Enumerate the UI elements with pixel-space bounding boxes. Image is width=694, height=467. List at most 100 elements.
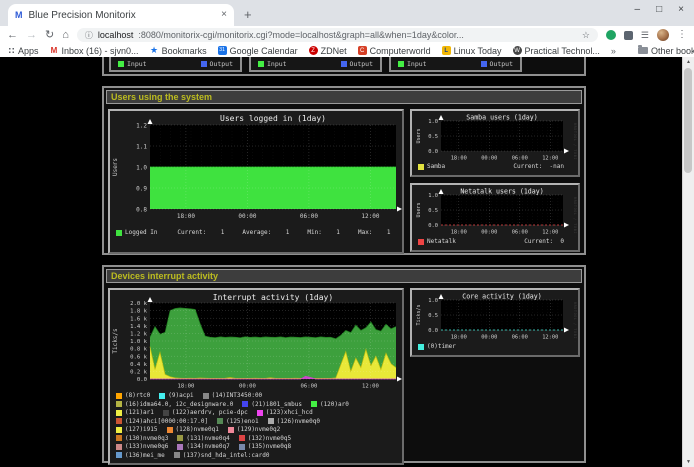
svg-text:Interrupt activity (1day): Interrupt activity (1day) <box>213 293 333 302</box>
legend-label: (137)snd_hda_intel:card0 <box>183 452 270 460</box>
gmail-icon: M <box>50 46 59 55</box>
extension-green-icon[interactable] <box>606 30 616 40</box>
bookmark-computerworld[interactable]: C Computerworld <box>358 46 431 56</box>
page-scrollbar[interactable]: ▲ ▼ <box>682 57 694 467</box>
profile-avatar[interactable] <box>657 29 669 41</box>
svg-text:Netatalk users (1day): Netatalk users (1day) <box>460 188 543 196</box>
bookmark-label: ZDNet <box>321 46 347 56</box>
bookmark-google-calendar[interactable]: 31 Google Calendar <box>218 46 298 56</box>
legend-row: SambaCurrent: -nan <box>418 163 572 171</box>
scrollbar-up-icon[interactable]: ▲ <box>683 57 694 67</box>
minimize-icon[interactable]: – <box>635 5 641 15</box>
legend-stats: Current: 0 <box>524 238 572 246</box>
new-tab-button[interactable]: + <box>244 7 252 22</box>
legend-label: (133)nvme0q6 <box>125 443 168 451</box>
graph-users-logged-in[interactable]: 18:0000:0006:0012:001.21.11.00.90.8Users… <box>108 109 404 254</box>
legend-item: Logged In <box>116 229 158 237</box>
bookmark-label: Apps <box>18 46 39 56</box>
address-bar[interactable]: ⓘ localhost :8080/monitorix-cgi/monitori… <box>77 28 598 42</box>
close-icon[interactable]: × <box>678 5 684 15</box>
legend-label: Input <box>127 60 147 68</box>
svg-text:0.2 k: 0.2 k <box>130 370 147 376</box>
bookmark-linux-today[interactable]: L Linux Today <box>442 46 502 56</box>
legend-item: Input <box>118 60 147 68</box>
network-section-cutoff: Input Output Input Output <box>102 57 586 76</box>
scrollbar-thumb[interactable] <box>684 68 692 173</box>
legend-label: (127)i915 <box>125 426 158 434</box>
svg-text:Core activity (1day): Core activity (1day) <box>462 293 541 301</box>
legend-swatch <box>116 418 122 424</box>
maximize-icon[interactable]: □ <box>656 5 662 15</box>
graph-core-activity[interactable]: 18:0000:0006:0012:001.00.50.0Core activi… <box>410 288 580 357</box>
legend-label: (122)aerdrv, pcie-dpc <box>172 409 248 417</box>
svg-text:00:00: 00:00 <box>239 384 256 390</box>
legend-item: (120)ar0 <box>311 401 349 409</box>
legend-swatch <box>257 410 263 416</box>
graph-samba-users[interactable]: 18:0000:0006:0012:001.00.50.0Samba users… <box>410 109 580 177</box>
svg-text:Users: Users <box>112 158 119 176</box>
legend-swatch <box>418 344 424 350</box>
svg-text:1.0: 1.0 <box>428 298 438 304</box>
graph-interrupt-activity[interactable]: 18:0000:0006:0012:002.0 k1.8 k1.6 k1.4 k… <box>108 288 404 465</box>
section-header-devices: Devices interrupt activity <box>106 269 582 283</box>
bookmark-zdnet[interactable]: Z ZDNet <box>309 46 347 56</box>
legend-label: (8)rtc0 <box>125 392 150 400</box>
bookmarks-overflow-icon[interactable]: » <box>611 46 616 56</box>
bookmark-label: Practical Technol... <box>525 46 600 56</box>
legend-item: (127)i915 <box>116 426 158 434</box>
svg-text:Ticks/s: Ticks/s <box>416 304 422 325</box>
legend-label: Logged In <box>125 229 158 237</box>
legend-item: Output <box>341 60 373 68</box>
tab-close-icon[interactable]: × <box>221 10 227 20</box>
legend-label: (132)nvme0q5 <box>248 435 291 443</box>
network-graph-box-1[interactable]: Input Output <box>109 57 242 72</box>
legend-item: (123)xhci_hcd <box>257 409 313 417</box>
network-graph-box-3[interactable]: Input Output <box>389 57 522 72</box>
netatalk_users-chart: 18:0000:0006:0012:001.00.50.0Netatalk us… <box>413 186 577 237</box>
bookmark-inbox[interactable]: M Inbox (16) - sjvn0... <box>50 46 139 56</box>
tab-blue-precision-monitorix[interactable]: M Blue Precision Monitorix × <box>8 4 234 26</box>
svg-text:RRDTOOL / TOBI OETIKER: RRDTOOL / TOBI OETIKER <box>573 197 577 237</box>
svg-text:1.6 k: 1.6 k <box>130 316 147 322</box>
folder-icon <box>638 47 648 54</box>
network-graph-box-2[interactable]: Input Output <box>249 57 382 72</box>
page-info-icon[interactable]: ⓘ <box>85 30 93 41</box>
svg-text:0.5: 0.5 <box>428 313 438 319</box>
users_logged_in-legend: Logged In Current: 1 Average: 1 Min: 1 M… <box>110 229 402 237</box>
legend-label: (0)timer <box>427 343 456 351</box>
svg-text:0.0: 0.0 <box>137 377 147 383</box>
forward-icon[interactable]: → <box>26 30 37 41</box>
extension-list-icon[interactable]: ☰ <box>641 31 649 40</box>
apps-grid-icon <box>8 47 15 54</box>
svg-text:18:00: 18:00 <box>177 384 194 390</box>
home-icon[interactable]: ⌂ <box>62 30 69 41</box>
section-body: 18:0000:0006:0012:001.21.11.00.90.8Users… <box>104 106 584 257</box>
extension-dark-icon[interactable] <box>624 31 633 40</box>
legend-item: (8)rtc0 <box>116 392 150 400</box>
back-icon[interactable]: ← <box>7 30 18 41</box>
legend-swatch <box>163 410 169 416</box>
legend-swatch <box>116 410 122 416</box>
svg-text:00:00: 00:00 <box>238 213 256 220</box>
star-icon: ★ <box>150 46 159 55</box>
browser-menu-icon[interactable]: ⋮ <box>677 30 687 40</box>
legend-item: Netatalk <box>418 238 456 246</box>
computerworld-icon: C <box>358 46 367 55</box>
other-bookmarks-button[interactable]: Other bookmarks <box>638 46 694 56</box>
legend-item: (14)INT3450:00 <box>203 392 263 400</box>
svg-text:0.9: 0.9 <box>136 185 147 192</box>
bookmark-apps[interactable]: Apps <box>8 46 39 56</box>
legend-label: (123)xhci_hcd <box>266 409 313 417</box>
calendar-icon: 31 <box>218 46 227 55</box>
legend-swatch <box>116 393 122 399</box>
bookmark-bookmarks[interactable]: ★ Bookmarks <box>150 46 207 56</box>
bookmark-practical-technology[interactable]: W Practical Technol... <box>513 46 600 56</box>
legend-swatch <box>116 452 122 458</box>
graph-netatalk-users[interactable]: 18:0000:0006:0012:001.00.50.0Netatalk us… <box>410 183 580 252</box>
scrollbar-down-icon[interactable]: ▼ <box>683 457 694 467</box>
bookmark-star-icon[interactable]: ☆ <box>582 30 590 41</box>
svg-text:0.8 k: 0.8 k <box>130 347 147 353</box>
other-bookmarks-label: Other bookmarks <box>651 46 694 56</box>
reload-icon[interactable]: ↻ <box>45 30 54 41</box>
legend-stats: Current: -nan <box>513 163 572 171</box>
